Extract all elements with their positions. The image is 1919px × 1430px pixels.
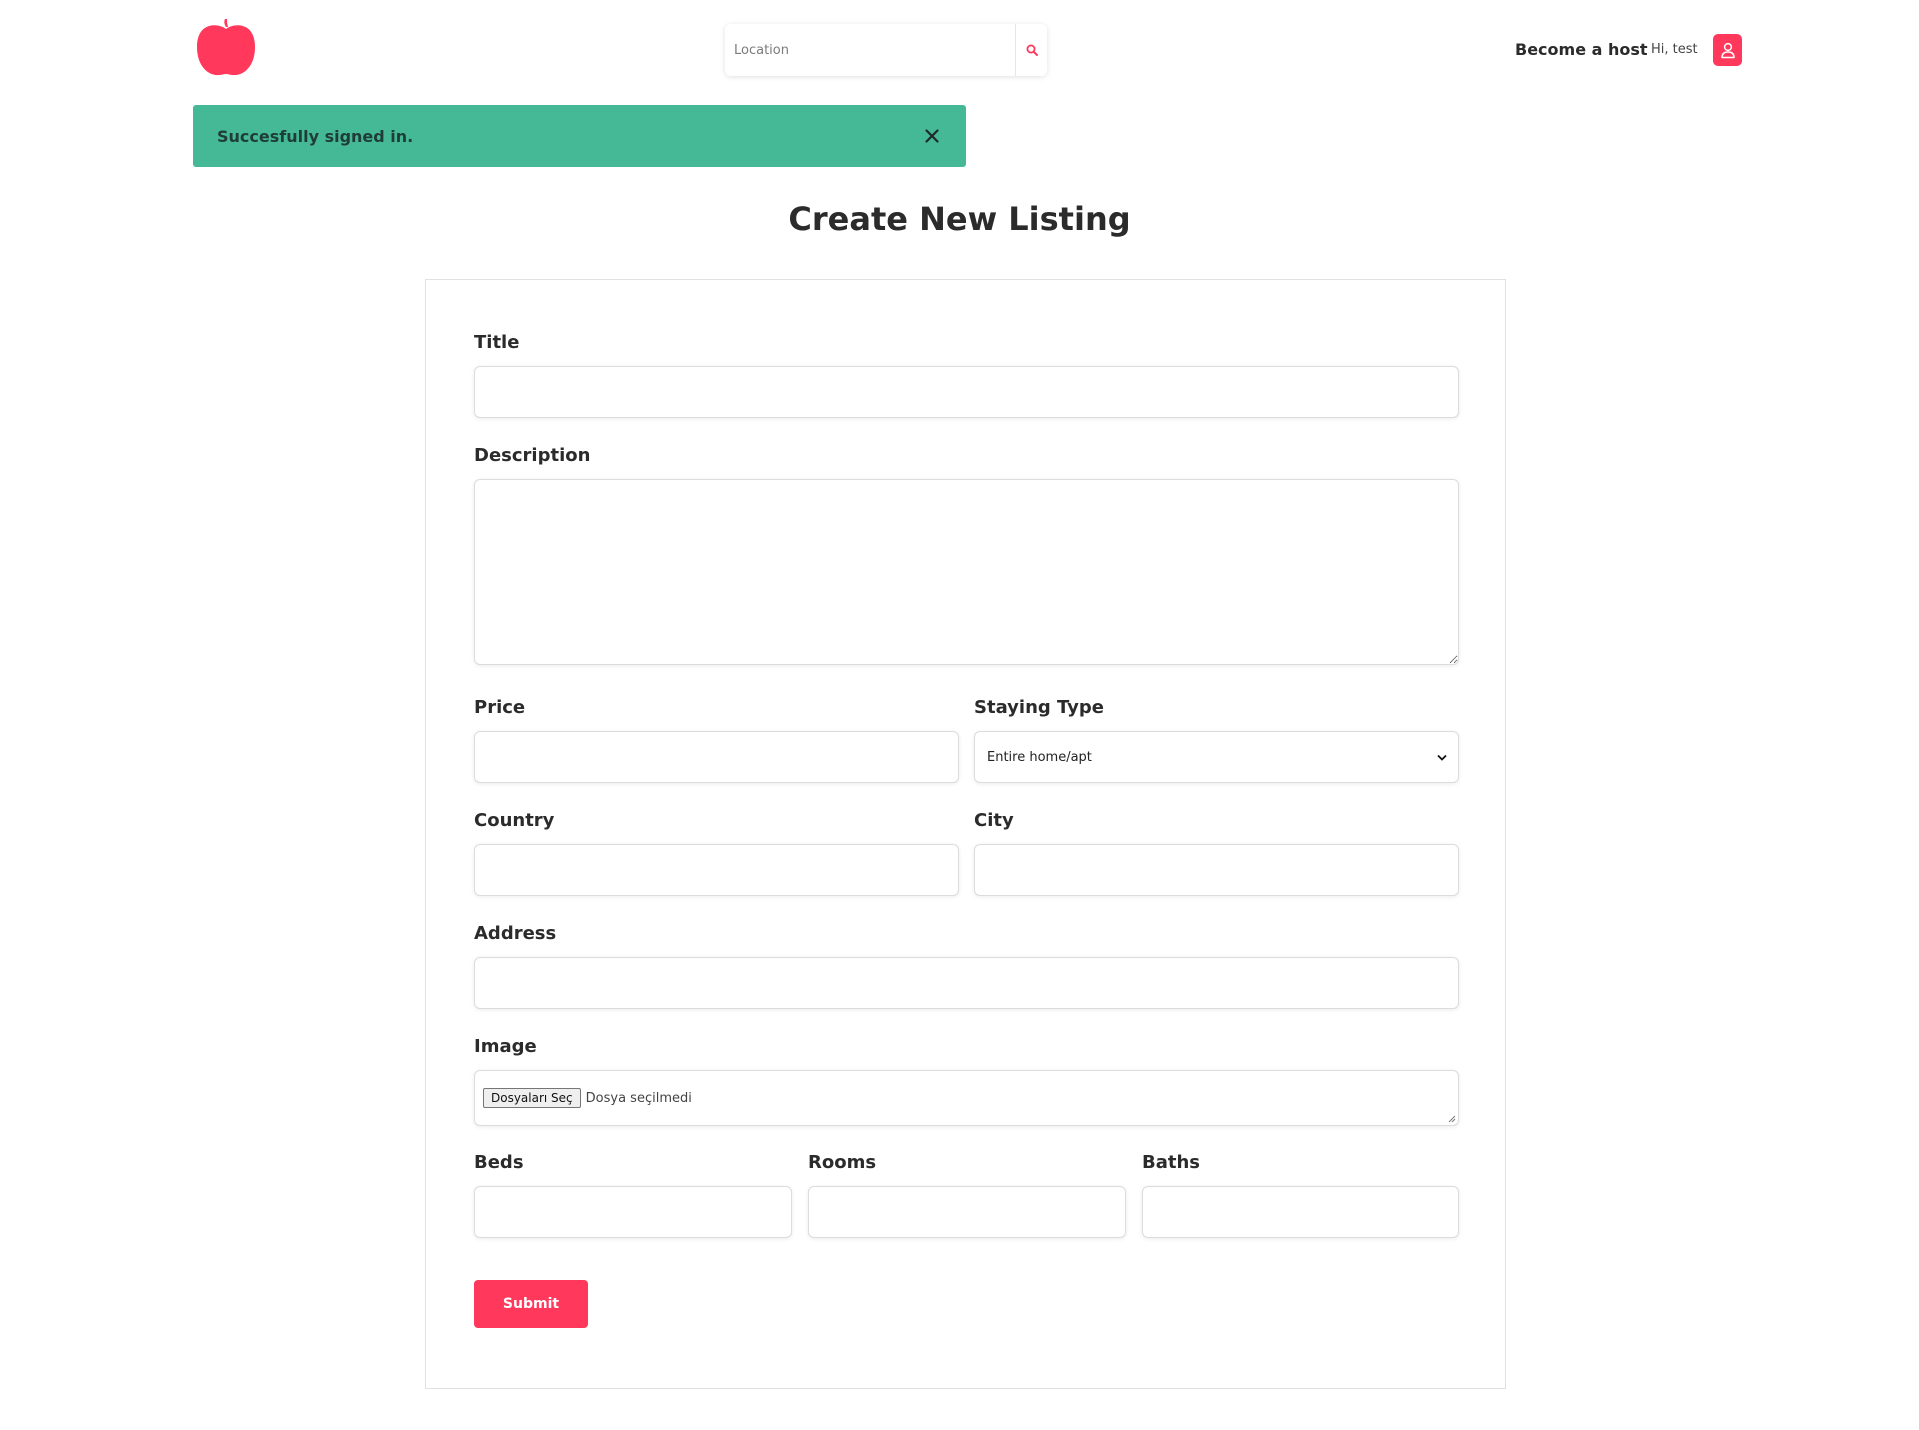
search-button[interactable]: [1015, 24, 1047, 76]
staying-type-select[interactable]: Entire home/apt: [974, 731, 1459, 783]
staying-type-label: Staying Type: [974, 697, 1104, 718]
user-icon: [1720, 42, 1735, 58]
description-textarea[interactable]: [474, 479, 1459, 665]
city-label: City: [974, 810, 1014, 831]
submit-button[interactable]: Submit: [474, 1280, 588, 1328]
close-icon: [925, 129, 939, 143]
alert-message: Succesfully signed in.: [217, 126, 414, 146]
title-label: Title: [474, 332, 520, 353]
image-file-input: Dosyaları Seç Dosya seçilmedi: [474, 1070, 1459, 1126]
rooms-label: Rooms: [808, 1152, 877, 1173]
search-icon: [1026, 44, 1038, 56]
success-alert: Succesfully signed in.: [193, 105, 966, 167]
city-input[interactable]: [974, 844, 1459, 896]
search-bar: [725, 24, 1047, 76]
chevron-down-icon: [1437, 754, 1447, 761]
price-input[interactable]: [474, 731, 959, 783]
top-navbar: Become a host Hi, test: [0, 0, 1919, 100]
address-input[interactable]: [474, 957, 1459, 1009]
country-input[interactable]: [474, 844, 959, 896]
user-greeting: Hi, test: [1651, 42, 1698, 57]
create-listing-form: Title Description Price Staying Type Ent…: [425, 279, 1506, 1389]
become-host-link[interactable]: Become a host: [1515, 40, 1648, 59]
choose-files-button[interactable]: Dosyaları Seç: [483, 1088, 581, 1108]
location-search-input[interactable]: [725, 24, 1015, 76]
user-menu-button[interactable]: [1713, 34, 1742, 66]
beds-input[interactable]: [474, 1186, 792, 1238]
rooms-input[interactable]: [808, 1186, 1126, 1238]
country-label: Country: [474, 810, 555, 831]
resize-grip-icon[interactable]: [1447, 1114, 1456, 1123]
baths-input[interactable]: [1142, 1186, 1459, 1238]
staying-type-value: Entire home/apt: [987, 749, 1092, 765]
apple-logo-icon[interactable]: [195, 19, 257, 77]
page-title: Create New Listing: [788, 200, 1131, 238]
file-status-text: Dosya seçilmedi: [585, 1090, 692, 1106]
address-label: Address: [474, 923, 557, 944]
image-label: Image: [474, 1036, 537, 1057]
baths-label: Baths: [1142, 1152, 1200, 1173]
beds-label: Beds: [474, 1152, 524, 1173]
description-label: Description: [474, 445, 591, 466]
price-label: Price: [474, 697, 526, 718]
alert-close-button[interactable]: [918, 122, 946, 150]
title-input[interactable]: [474, 366, 1459, 418]
